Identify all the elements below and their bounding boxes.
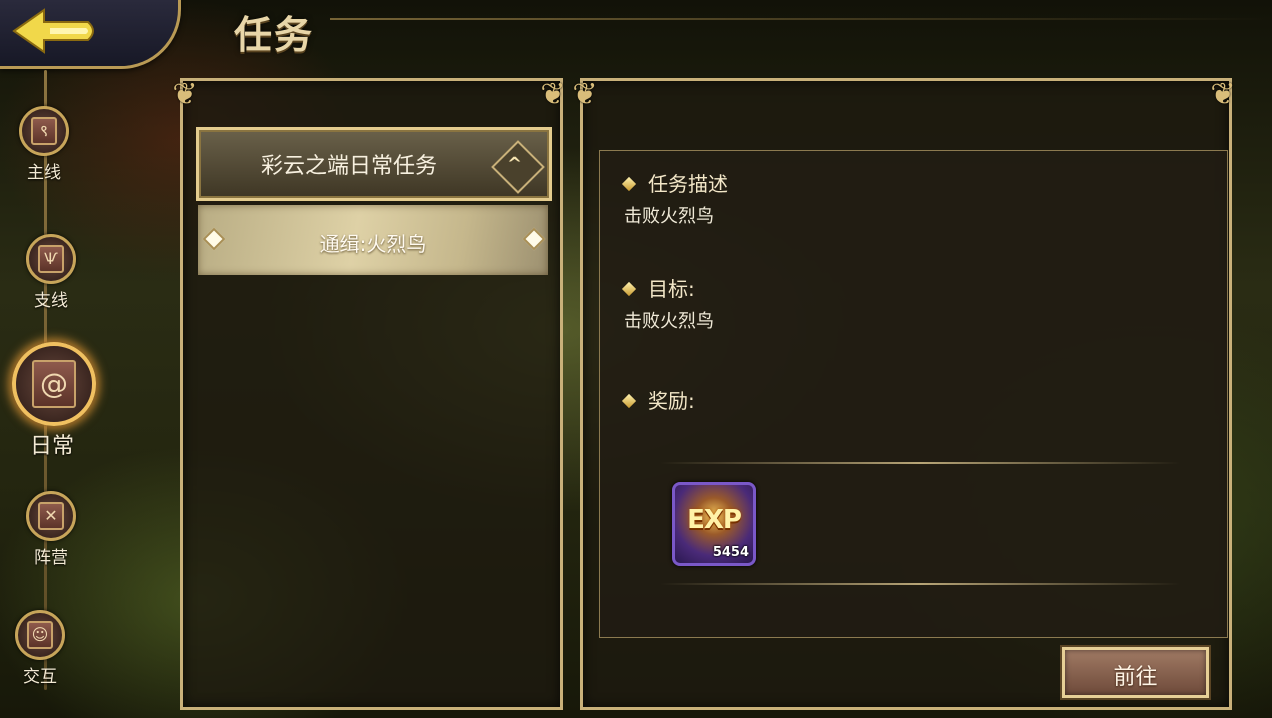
quest-item-label: 通缉:火烈鸟 <box>319 232 427 256</box>
reward-heading: 奖励: <box>621 385 695 414</box>
sidebar-item-main-badge: ९ <box>19 106 69 156</box>
collapse-toggle[interactable]: ^ <box>491 140 545 194</box>
exp-icon: EXP <box>687 505 742 535</box>
reward-amount: 5454 <box>712 545 749 560</box>
reward-exp-item[interactable]: EXP 5454 <box>672 482 756 566</box>
go-button[interactable]: 前往 <box>1062 647 1209 698</box>
back-button[interactable] <box>10 6 100 56</box>
chevron-up-icon: ^ <box>506 153 523 175</box>
sidebar-item-label: 阵营 <box>34 548 68 568</box>
sidebar-item-label: 主线 <box>27 163 61 183</box>
ornament-corner-icon: ❦ <box>1210 77 1236 112</box>
reward-heading-text: 奖励: <box>648 389 695 413</box>
sidebar-item-main[interactable]: ९ 主线 <box>19 106 69 183</box>
quest-group-header[interactable]: 彩云之端日常任务 ^ <box>196 127 552 201</box>
sidebar-item-faction[interactable]: ✕ 阵营 <box>26 491 76 568</box>
sidebar-item-label: 支线 <box>34 291 68 311</box>
scroll-main-icon: ९ <box>31 117 57 145</box>
ornament-corner-icon: ❦ <box>572 77 598 112</box>
scroll-interact-icon: ☺ <box>27 621 53 649</box>
description-heading-text: 任务描述 <box>648 172 728 196</box>
back-arrow-icon <box>12 8 94 54</box>
diamond-bullet-icon <box>621 281 637 297</box>
reward-divider-top <box>660 462 1180 464</box>
diamond-bullet-icon <box>621 176 637 192</box>
sidebar-item-label: 日常 <box>29 434 74 459</box>
description-heading: 任务描述 <box>621 168 728 197</box>
sidebar-item-interact[interactable]: ☺ 交互 <box>15 610 65 687</box>
sidebar-item-label: 交互 <box>23 667 57 687</box>
quest-list-item[interactable]: 通缉:火烈鸟 <box>198 205 548 275</box>
ornament-corner-icon: ❦ <box>540 77 566 112</box>
diamond-bullet-icon <box>621 393 637 409</box>
scroll-faction-icon: ✕ <box>38 502 64 530</box>
description-text: 击败火烈鸟 <box>624 206 714 227</box>
goal-heading: 目标: <box>621 273 695 302</box>
reward-divider-bottom <box>660 583 1180 585</box>
quest-group-title: 彩云之端日常任务 <box>260 154 437 179</box>
sidebar-item-daily[interactable]: @ 日常 <box>10 342 98 460</box>
go-button-label: 前往 <box>1113 665 1158 690</box>
scroll-daily-icon: @ <box>32 360 76 408</box>
scroll-branch-icon: Ѱ <box>38 245 64 273</box>
goal-text: 击败火烈鸟 <box>624 311 714 332</box>
sidebar-item-faction-badge: ✕ <box>26 491 76 541</box>
header-divider <box>330 18 1272 20</box>
sidebar-item-branch-badge: Ѱ <box>26 234 76 284</box>
sidebar-item-branch[interactable]: Ѱ 支线 <box>26 234 76 311</box>
page-title: 任务 <box>234 13 315 57</box>
ornament-corner-icon: ❦ <box>172 77 198 112</box>
sidebar-item-daily-badge: @ <box>12 342 96 426</box>
goal-heading-text: 目标: <box>648 277 695 301</box>
sidebar-item-interact-badge: ☺ <box>15 610 65 660</box>
